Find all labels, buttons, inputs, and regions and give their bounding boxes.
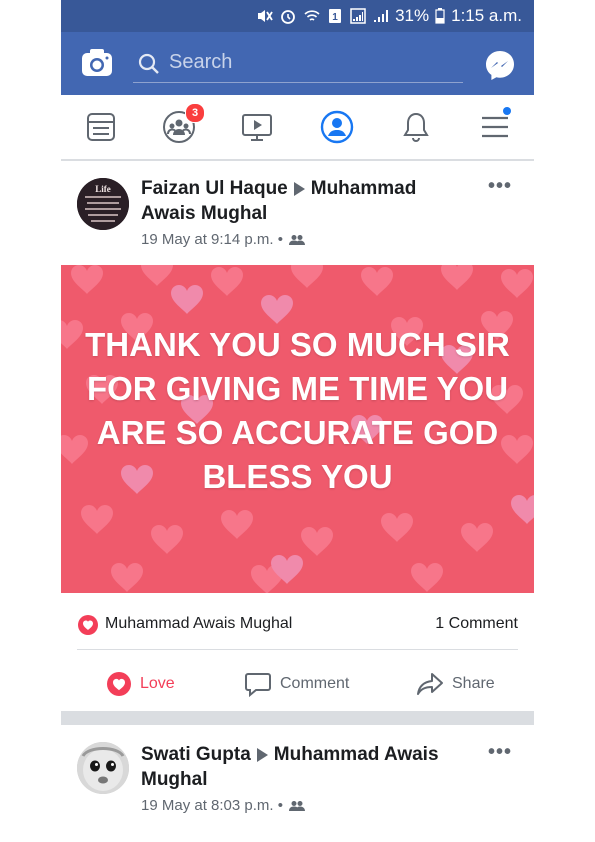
- messenger-icon[interactable]: [484, 49, 516, 81]
- post-timestamp[interactable]: 19 May at 8:03 p.m. •: [141, 797, 283, 814]
- avatar-image: [77, 742, 129, 794]
- share-icon: [417, 673, 443, 695]
- share-label: Share: [452, 675, 495, 692]
- facebook-app: 1 31% 1:15 a.m. Search 3 Life Faizan Ul …: [61, 0, 534, 842]
- arrow-right-icon: [256, 747, 268, 762]
- sim-icon: 1: [329, 9, 342, 23]
- alarm-icon: [281, 10, 295, 24]
- svg-text:Life: Life: [95, 184, 111, 194]
- love-icon: [107, 672, 131, 696]
- friends-audience-icon: [289, 801, 306, 812]
- friends-audience-icon: [289, 235, 306, 246]
- post-text: THANK YOU SO MUCH SIR FOR GIVING ME TIME…: [85, 326, 510, 495]
- love-label: Love: [140, 675, 175, 692]
- tab-groups[interactable]: 3: [161, 103, 205, 145]
- menu-notification-dot: [503, 107, 511, 115]
- share-button[interactable]: Share: [416, 669, 495, 699]
- arrow-right-icon: [293, 181, 305, 196]
- love-button[interactable]: Love: [106, 669, 175, 699]
- status-bar: 1 31% 1:15 a.m.: [61, 0, 534, 32]
- nav-bar: 3: [61, 95, 534, 161]
- tab-menu[interactable]: [477, 107, 513, 145]
- news-feed-icon: [87, 113, 115, 141]
- tab-watch[interactable]: [239, 109, 275, 145]
- post-timestamp[interactable]: 19 May at 9:14 p.m. •: [141, 231, 283, 248]
- search-input[interactable]: Search: [169, 51, 232, 74]
- status-icons: 1 31% 1:15 a.m.: [255, 6, 522, 26]
- reactions-bar[interactable]: Muhammad Awais Mughal 1 Comment: [77, 611, 518, 650]
- avatar[interactable]: [77, 742, 129, 794]
- tab-profile[interactable]: [319, 109, 355, 145]
- author-name[interactable]: Swati Gupta: [141, 744, 251, 765]
- top-bar: Search: [61, 32, 534, 95]
- more-options-icon[interactable]: •••: [488, 741, 512, 764]
- post-meta: 19 May at 8:03 p.m. •: [141, 797, 306, 814]
- search-bar[interactable]: Search: [133, 46, 463, 83]
- avatar-image: Life: [77, 178, 129, 230]
- post-background-text[interactable]: THANK YOU SO MUCH SIR FOR GIVING ME TIME…: [61, 265, 534, 593]
- camera-icon[interactable]: [81, 48, 113, 78]
- comment-count[interactable]: 1 Comment: [435, 615, 518, 633]
- search-icon: [138, 53, 159, 74]
- clock: 1:15 a.m.: [451, 6, 522, 25]
- comment-label: Comment: [280, 675, 350, 692]
- post-author-line: Faizan Ul Haque Muhammad Awais Mughal: [141, 176, 461, 226]
- more-options-icon[interactable]: •••: [488, 175, 512, 198]
- avatar[interactable]: Life: [77, 178, 129, 230]
- mute-icon: [258, 10, 273, 22]
- feed-post: Swati Gupta Muhammad Awais Mughal 19 May …: [61, 725, 534, 842]
- battery-icon: [435, 8, 445, 24]
- post-author-line: Swati Gupta Muhammad Awais Mughal: [141, 742, 461, 792]
- signal-icon-1: [350, 8, 366, 24]
- watch-icon: [242, 114, 272, 141]
- wifi-icon: [304, 10, 320, 21]
- love-reaction-icon: [78, 615, 98, 635]
- author-name[interactable]: Faizan Ul Haque: [141, 178, 288, 199]
- feed-divider: [61, 711, 534, 725]
- post-actions: Love Comment Share: [61, 661, 534, 707]
- battery-percent: 31%: [395, 6, 430, 25]
- tab-news-feed[interactable]: [83, 109, 119, 145]
- post-meta: 19 May at 9:14 p.m. •: [141, 231, 306, 248]
- groups-badge: 3: [185, 103, 205, 123]
- reactor-name[interactable]: Muhammad Awais Mughal: [105, 615, 292, 633]
- comment-icon: [245, 673, 271, 697]
- svg-text:1: 1: [332, 12, 338, 23]
- signal-icon-2: [374, 10, 389, 22]
- comment-button[interactable]: Comment: [244, 669, 349, 699]
- profile-icon: [320, 110, 354, 144]
- tab-notifications[interactable]: [398, 109, 434, 145]
- bell-icon: [403, 112, 429, 142]
